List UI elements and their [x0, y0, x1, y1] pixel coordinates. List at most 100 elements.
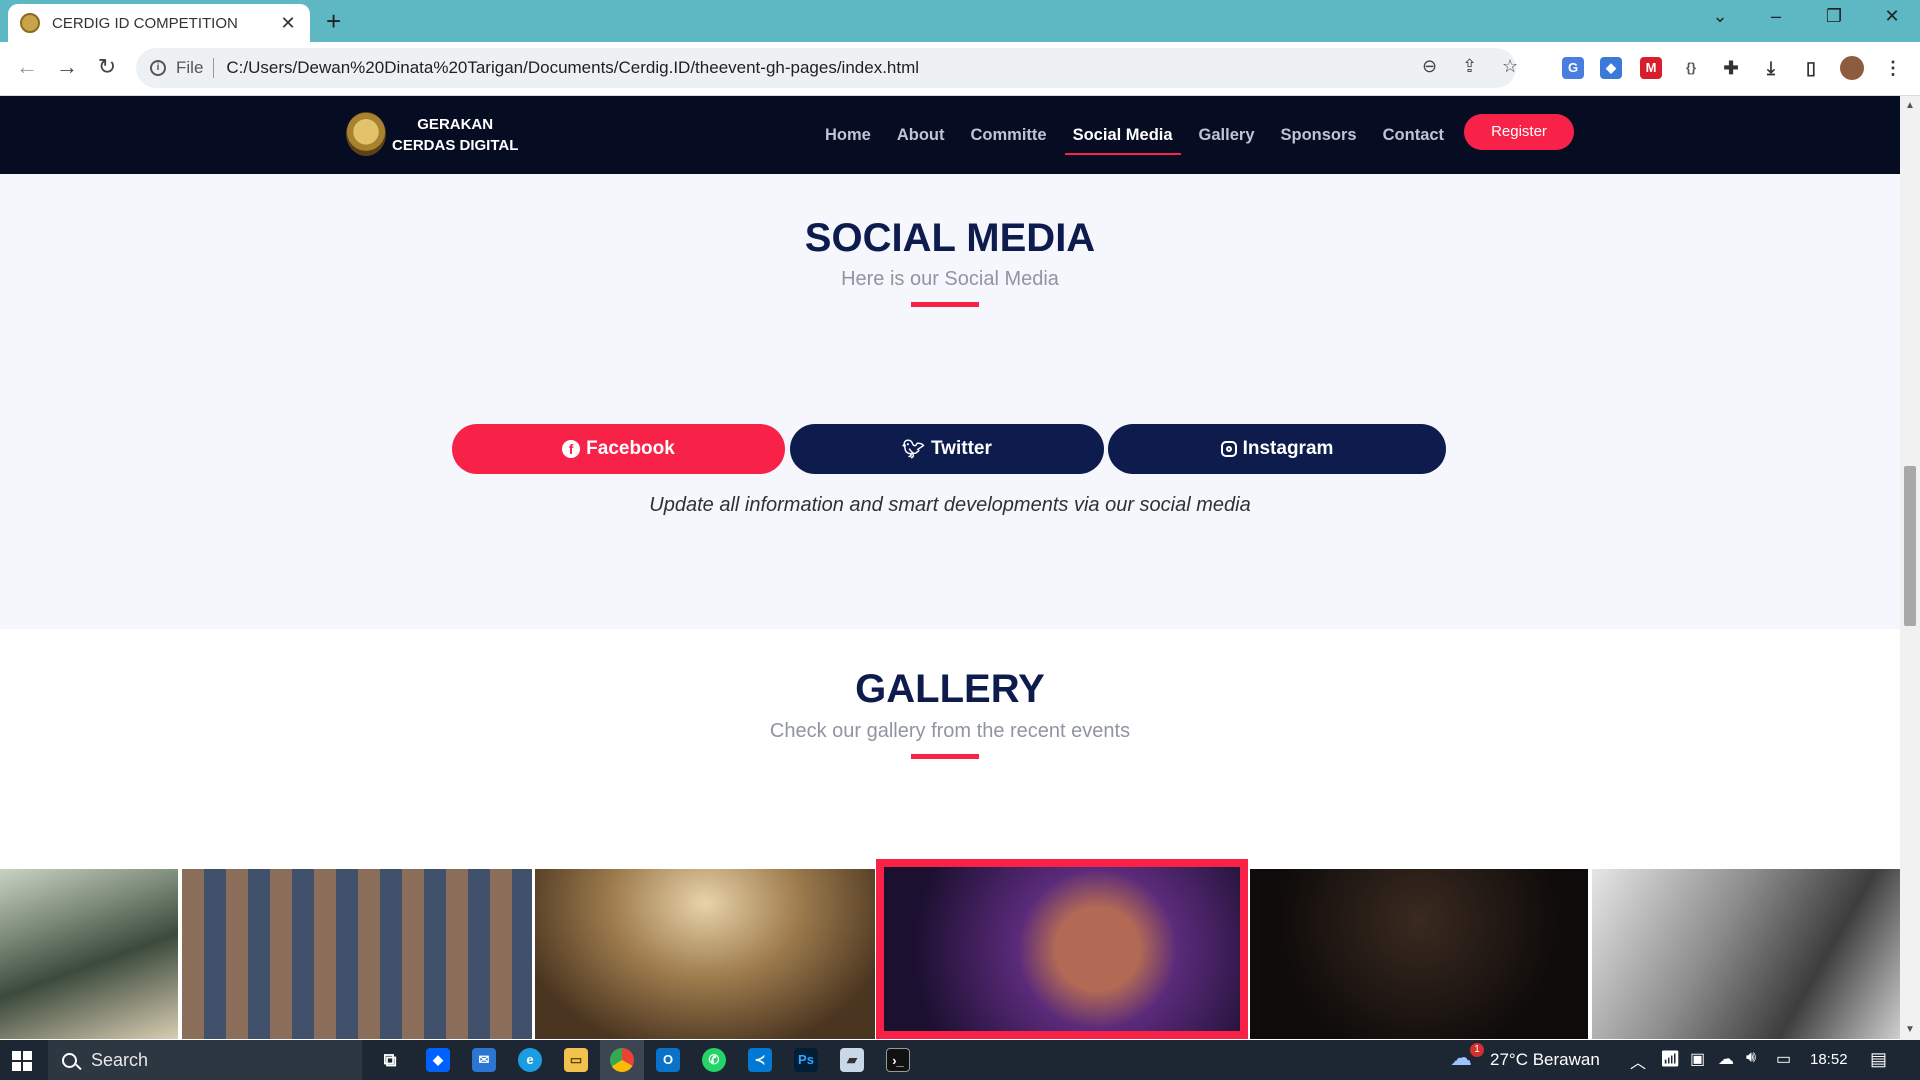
site-logo[interactable]	[346, 112, 386, 156]
meeting-photo[interactable]	[1592, 869, 1900, 1039]
nav-gallery[interactable]: Gallery	[1199, 118, 1255, 153]
facebook-label: Facebook	[586, 438, 675, 459]
onedrive-icon[interactable]: ☁	[1718, 1049, 1734, 1069]
new-tab-button[interactable]: +	[326, 6, 341, 37]
whatsapp-icon[interactable]: ✆	[702, 1048, 726, 1072]
forward-arrow-icon[interactable]: →	[52, 54, 82, 80]
page-scrollbar[interactable]: ▲ ▼	[1900, 96, 1920, 1040]
gallery-subtitle: Check our gallery from the recent events	[769, 720, 1131, 742]
facebook-button[interactable]: f Facebook	[452, 424, 785, 474]
restore-icon[interactable]: ❐	[1814, 6, 1854, 27]
vscode-icon[interactable]: ≺	[748, 1048, 772, 1072]
nav-about[interactable]: About	[897, 118, 945, 153]
notifications-icon[interactable]: ▤	[1870, 1049, 1887, 1070]
notes-app-icon[interactable]: ▰	[840, 1048, 864, 1072]
mail-icon[interactable]: ✉	[472, 1048, 496, 1072]
register-button[interactable]: Register	[1464, 114, 1574, 150]
back-arrow-icon[interactable]: ←	[12, 54, 42, 80]
instagram-label: Instagram	[1242, 438, 1334, 459]
windows-taskbar: Search ⧉ ◆ ✉ e ▭ O ✆ ≺ Ps ▰ ›_ ☁ 1 27°C …	[0, 1040, 1920, 1080]
site-brand[interactable]: GERAKAN CERDAS DIGITAL	[392, 114, 518, 156]
dropbox-icon[interactable]: ◆	[426, 1048, 450, 1072]
concert-crowd-photo[interactable]	[1250, 869, 1588, 1039]
address-bar[interactable]: i File C:/Users/Dewan%20Dinata%20Tarigan…	[136, 48, 1518, 88]
device-icon[interactable]: ▣	[1690, 1049, 1705, 1069]
volume-icon[interactable]: 🔊︎	[1746, 1049, 1756, 1067]
speaker-photo[interactable]	[0, 869, 178, 1039]
file-explorer-icon[interactable]: ▭	[564, 1048, 588, 1072]
gallery-title: GALLERY	[855, 667, 1045, 711]
gallery-divider	[911, 754, 979, 759]
side-panel-icon[interactable]: ▯	[1800, 57, 1822, 79]
nav-contact[interactable]: Contact	[1383, 118, 1444, 153]
json-extension-icon[interactable]: {}	[1680, 57, 1702, 79]
gallery-carousel[interactable]	[0, 859, 1900, 1040]
browser-tab[interactable]: CERDIG ID COMPETITION ✕	[8, 4, 310, 42]
task-view-icon[interactable]: ⧉	[378, 1048, 402, 1072]
nav-home[interactable]: Home	[825, 118, 871, 153]
reload-icon[interactable]: ↻	[92, 54, 122, 80]
facebook-icon: f	[562, 440, 581, 458]
section-subtitle: Here is our Social Media	[841, 268, 1059, 290]
chrome-icon[interactable]	[610, 1048, 634, 1072]
tab-search-icon[interactable]: ⌄	[1700, 6, 1740, 27]
brand-line-1: GERAKAN	[417, 116, 494, 133]
taskbar-search[interactable]: Search	[48, 1040, 362, 1080]
search-icon	[62, 1052, 77, 1068]
section-title: SOCIAL MEDIA	[804, 216, 1096, 260]
weather-text[interactable]: 27°C Berawan	[1490, 1050, 1600, 1070]
tab-title: CERDIG ID COMPETITION	[52, 14, 238, 32]
scroll-down-icon[interactable]: ▼	[1905, 1024, 1915, 1035]
photoshop-icon[interactable]: Ps	[794, 1048, 818, 1072]
tray-chevron-icon[interactable]: ︿	[1630, 1049, 1646, 1073]
download-icon[interactable]: ⤓	[1760, 57, 1782, 79]
close-window-icon[interactable]: ✕	[1872, 6, 1912, 27]
social-note: Update all information and smart develop…	[649, 494, 1251, 516]
outlook-icon[interactable]: O	[656, 1048, 680, 1072]
scheme-label: File	[176, 58, 215, 78]
twitter-button[interactable]: 🐦︎ Twitter	[790, 424, 1104, 474]
main-nav: Home About Committe Social Media Gallery…	[812, 96, 1457, 174]
brand-line-2: CERDAS DIGITAL	[392, 137, 519, 154]
url-text[interactable]: C:/Users/Dewan%20Dinata%20Tarigan/Docume…	[226, 58, 919, 78]
site-favicon-icon	[20, 13, 40, 33]
scroll-up-icon[interactable]: ▲	[1905, 100, 1915, 111]
instagram-icon	[1220, 441, 1237, 457]
clock-time[interactable]: 18:52	[1810, 1051, 1848, 1068]
gallery-section: GALLERY Check our gallery from the recen…	[0, 629, 1900, 1040]
search-placeholder: Search	[91, 1049, 149, 1070]
instagram-button[interactable]: Instagram	[1108, 424, 1446, 474]
weather-badge: 1	[1470, 1043, 1484, 1057]
twitter-icon: 🐦︎	[902, 438, 925, 459]
minimize-icon[interactable]: –	[1756, 6, 1796, 27]
nav-sponsors[interactable]: Sponsors	[1281, 118, 1357, 153]
info-icon[interactable]: i	[150, 60, 166, 76]
profile-avatar[interactable]	[1840, 56, 1864, 80]
terminal-icon[interactable]: ›_	[886, 1048, 910, 1072]
battery-icon[interactable]: ▭	[1776, 1049, 1791, 1069]
web-page: GERAKAN CERDAS DIGITAL Home About Commit…	[0, 96, 1900, 1040]
close-tab-icon[interactable]: ✕	[278, 13, 298, 34]
kebab-menu-icon[interactable]: ⋮	[1882, 57, 1904, 79]
section-divider	[911, 302, 979, 307]
audience-photo[interactable]	[182, 869, 532, 1039]
nav-committe[interactable]: Committe	[971, 118, 1047, 153]
site-header: GERAKAN CERDAS DIGITAL Home About Commit…	[0, 96, 1900, 174]
windows-start-icon[interactable]	[12, 1051, 32, 1071]
share-icon[interactable]: ⇪	[1462, 56, 1477, 77]
scroll-thumb[interactable]	[1904, 466, 1916, 626]
star-icon[interactable]: ☆	[1502, 56, 1518, 77]
browser-toolbar: ← → ↻ i File C:/Users/Dewan%20Dinata%20T…	[0, 42, 1920, 96]
attendee-laptop-photo[interactable]	[876, 859, 1248, 1039]
weather-icon[interactable]: ☁	[1450, 1045, 1472, 1071]
translate-extension-icon[interactable]: G	[1562, 57, 1584, 79]
edge-icon[interactable]: e	[518, 1048, 542, 1072]
extension-icon[interactable]: ◆	[1600, 57, 1622, 79]
wifi-icon[interactable]: 📶︎	[1660, 1049, 1680, 1069]
puzzle-icon[interactable]: ✚	[1720, 57, 1742, 79]
nav-social-media[interactable]: Social Media	[1064, 118, 1181, 155]
zoom-out-icon[interactable]: ⊖	[1422, 56, 1437, 77]
twitter-label: Twitter	[930, 438, 992, 459]
hall-photo[interactable]	[535, 869, 875, 1039]
mendeley-extension-icon[interactable]: M	[1640, 57, 1662, 79]
